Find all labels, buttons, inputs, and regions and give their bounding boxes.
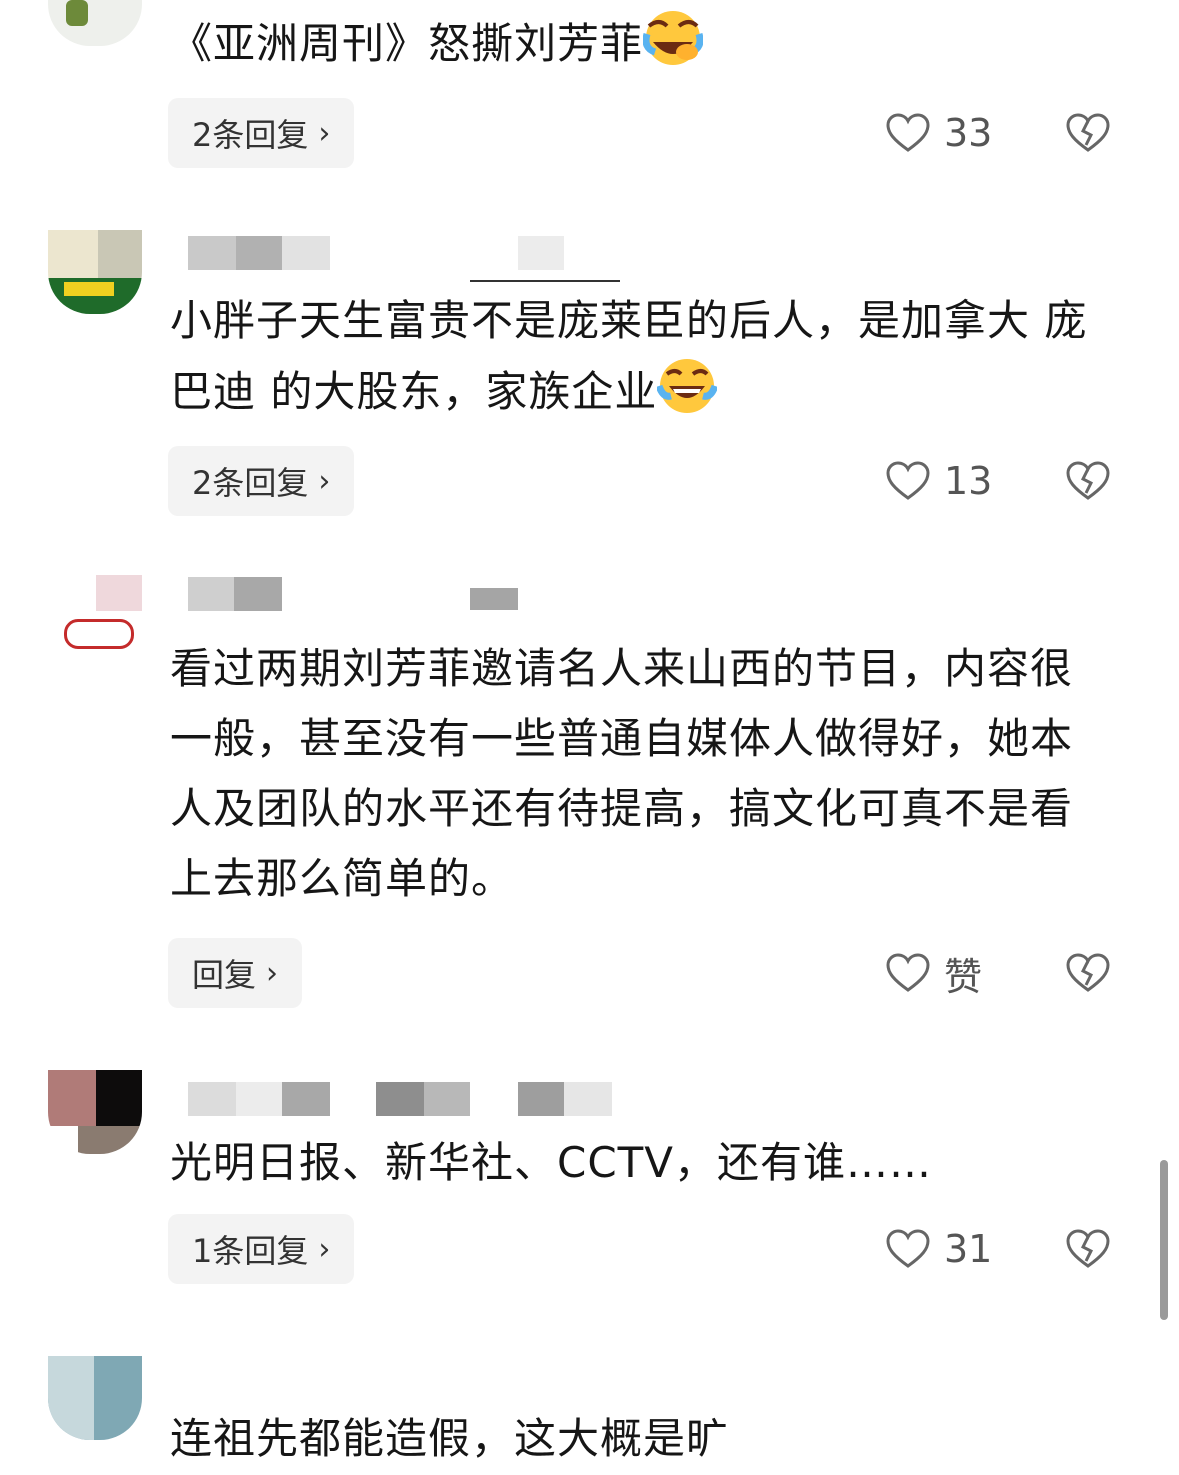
comment-text: 连祖先都能造假，这大概是旷	[170, 1414, 730, 1463]
like-button[interactable]: 31	[886, 1214, 992, 1284]
chevron-right-icon: ›	[318, 115, 331, 151]
view-replies-button[interactable]: 2条回复 ›	[168, 98, 355, 168]
avatar[interactable]	[48, 230, 142, 314]
like-count: 31	[944, 1227, 993, 1271]
avatar[interactable]	[48, 1070, 142, 1154]
reply-label: 1条回复	[192, 1232, 309, 1270]
username-tag-blurred	[470, 588, 518, 622]
avatar[interactable]	[48, 1356, 142, 1440]
comment-text: 小胖子天生富贵不是庞莱臣的后人，是加拿大 庞巴迪 的大股东，家族企业	[170, 296, 1088, 416]
like-count: 13	[944, 459, 993, 503]
tears-of-joy-face-icon	[656, 356, 719, 416]
broken-heart-icon[interactable]	[1066, 461, 1110, 501]
like-count: 33	[944, 111, 993, 155]
comment-text: 看过两期刘芳菲邀请名人来山西的节目，内容很一般，甚至没有一些普通自媒体人做得好，…	[170, 644, 1074, 903]
like-button[interactable]: 赞	[886, 938, 982, 1008]
username-blurred	[188, 577, 282, 611]
comment-text: 光明日报、新华社、CCTV，还有谁……	[170, 1138, 933, 1187]
username-blurred	[188, 236, 330, 270]
scrollbar[interactable]	[1160, 1160, 1168, 1320]
like-count: 赞	[944, 954, 983, 999]
view-replies-button[interactable]: 1条回复 ›	[168, 1214, 355, 1284]
heart-icon	[886, 953, 930, 992]
broken-heart-icon[interactable]	[1066, 1229, 1110, 1269]
heart-icon	[886, 113, 930, 152]
reply-label: 2条回复	[192, 464, 309, 502]
laughing-crying-face-icon	[642, 8, 704, 68]
avatar[interactable]	[48, 0, 142, 46]
broken-heart-icon[interactable]	[1066, 953, 1110, 993]
view-replies-button[interactable]: 2条回复 ›	[168, 446, 355, 516]
username-tag-blurred	[470, 236, 620, 282]
chevron-right-icon: ›	[318, 463, 331, 499]
heart-icon	[886, 461, 930, 500]
heart-icon	[886, 1229, 930, 1268]
reply-label: 2条回复	[192, 116, 309, 154]
avatar[interactable]	[48, 575, 142, 659]
like-button[interactable]: 13	[886, 446, 992, 516]
broken-heart-icon[interactable]	[1066, 113, 1110, 153]
reply-label: 回复	[192, 956, 257, 994]
like-button[interactable]: 33	[886, 98, 992, 168]
chevron-right-icon: ›	[318, 1231, 331, 1267]
reply-button[interactable]: 回复 ›	[168, 938, 303, 1008]
username-blurred	[188, 1082, 612, 1116]
comment-text: 《亚洲周刊》怒撕刘芳菲	[170, 8, 1090, 79]
chevron-right-icon: ›	[266, 955, 279, 991]
